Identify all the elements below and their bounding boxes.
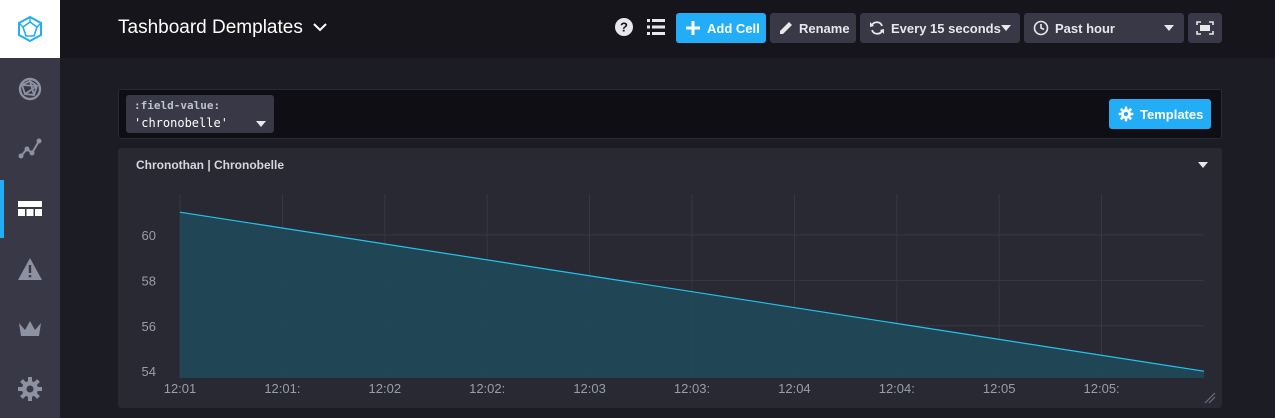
- x-tick-label: 12:01:: [264, 381, 300, 396]
- refresh-label: Every 15 seconds: [891, 20, 1001, 36]
- gear-icon: [1118, 106, 1134, 122]
- dashboards-icon: [18, 201, 42, 216]
- rename-label: Rename: [799, 20, 850, 36]
- x-tick-label: 12:01: [164, 381, 197, 396]
- resize-handle-icon[interactable]: [1204, 392, 1216, 404]
- time-range-label: Past hour: [1055, 20, 1115, 36]
- logo-icon[interactable]: [0, 0, 60, 58]
- templates-label: Templates: [1140, 106, 1204, 122]
- graph-cell[interactable]: Chronothan | Chronobelle 54 56 58 60 12:01 12…: [118, 148, 1222, 408]
- refresh-icon: [870, 21, 884, 35]
- globe-network-icon: [18, 77, 42, 101]
- template-variable-name: :field-value:: [134, 99, 221, 112]
- help-icon[interactable]: ?: [614, 17, 634, 37]
- y-tick-label: 58: [142, 273, 156, 288]
- graph-icon: [18, 138, 42, 159]
- plus-icon: [686, 21, 700, 35]
- y-tick-label: 60: [142, 228, 156, 243]
- alert-triangle-icon: [18, 258, 42, 280]
- template-variable-dropdown[interactable]: :field-value: 'chronobelle': [126, 95, 274, 133]
- list-icon[interactable]: [647, 17, 665, 37]
- x-tick-label: 12:05: [983, 381, 1016, 396]
- x-tick-label: 12:05:: [1084, 381, 1120, 396]
- sidebar-item-dashboards[interactable]: [0, 180, 60, 238]
- sidebar-item-alerts[interactable]: [0, 240, 60, 298]
- crown-icon: [19, 321, 41, 336]
- sidebar-item-admin[interactable]: [0, 300, 60, 358]
- rename-button[interactable]: Rename: [770, 13, 856, 43]
- template-variable-value: 'chronobelle': [134, 116, 228, 130]
- template-control-bar: :field-value: 'chronobelle' Templates: [118, 89, 1222, 139]
- y-tick-label: 56: [142, 319, 156, 334]
- fullscreen-icon: [1196, 21, 1214, 35]
- x-tick-label: 12:03:: [674, 381, 710, 396]
- sidebar-item-graph[interactable]: [0, 120, 60, 178]
- clock-icon: [1033, 20, 1049, 36]
- add-cell-label: Add Cell: [707, 20, 760, 36]
- sidebar: [0, 0, 60, 418]
- gear-icon: [18, 377, 42, 401]
- sidebar-item-settings[interactable]: [0, 360, 60, 418]
- presentation-mode-button[interactable]: [1188, 13, 1222, 43]
- x-tick-label: 12:02: [369, 381, 402, 396]
- dashboard-title[interactable]: Tashboard Demplates: [118, 16, 303, 40]
- time-range-dropdown[interactable]: Past hour: [1024, 13, 1184, 43]
- caret-down-icon: [1000, 25, 1011, 31]
- caret-down-icon: [1164, 25, 1174, 31]
- x-tick-label: 12:04: [778, 381, 811, 396]
- x-tick-label: 12:02:: [469, 381, 505, 396]
- x-tick-label: 12:04:: [879, 381, 915, 396]
- svg-text:?: ?: [620, 20, 628, 35]
- auto-refresh-dropdown[interactable]: Every 15 seconds: [860, 13, 1020, 43]
- page-header: Tashboard Demplates ? Add Cell Rename Ev…: [60, 0, 1275, 58]
- pencil-icon: [780, 22, 792, 34]
- line-chart[interactable]: 54 56 58 60 12:01 12:01: 12:02 12:02: 12:03 12:03…: [118, 148, 1222, 408]
- caret-down-icon: [256, 121, 266, 127]
- add-cell-button[interactable]: Add Cell: [676, 13, 766, 43]
- chevron-down-icon[interactable]: [313, 22, 327, 32]
- x-tick-label: 12:03: [573, 381, 606, 396]
- templates-button[interactable]: Templates: [1109, 99, 1211, 129]
- y-tick-label: 54: [142, 364, 156, 379]
- sidebar-item-explorer[interactable]: [0, 60, 60, 118]
